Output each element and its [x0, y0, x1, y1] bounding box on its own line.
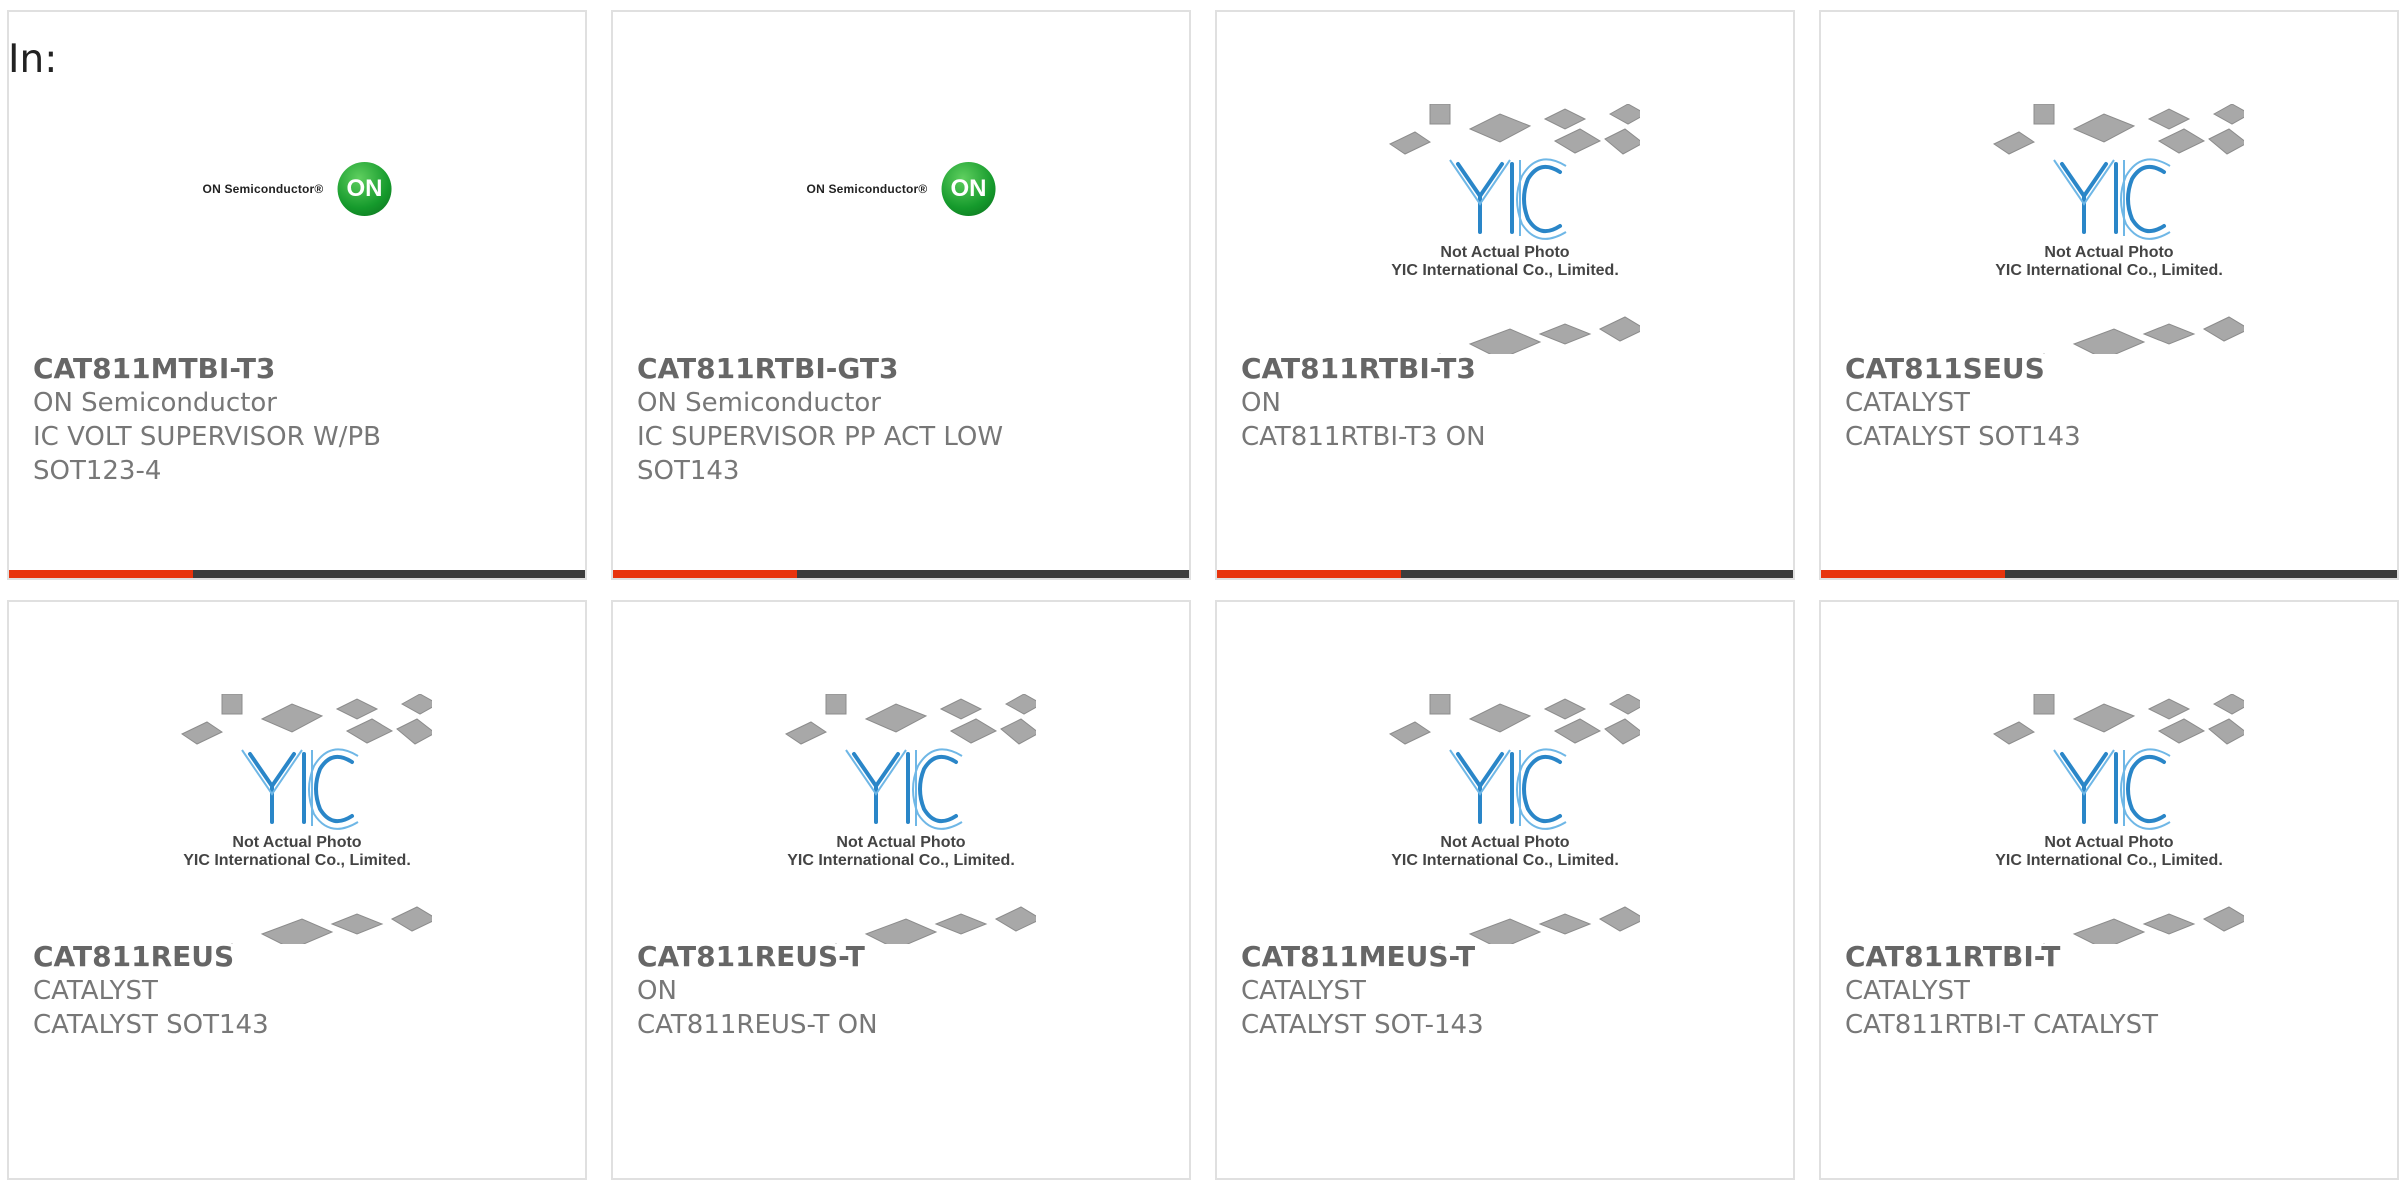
manufacturer: CATALYST — [1241, 976, 1366, 1006]
company-text: YIC International Co., Limited. — [1391, 852, 1619, 869]
yic-placeholder: Not Actual Photo YIC International Co., … — [1974, 103, 2252, 375]
product-image[interactable]: Not Actual Photo YIC International Co., … — [1821, 12, 2397, 375]
manufacturer: ON — [1241, 388, 1281, 418]
description: IC SUPERVISOR PP ACT LOW — [637, 422, 1004, 452]
on-logo-mark: ON — [337, 162, 392, 216]
company-text: YIC International Co., Limited. — [1995, 852, 2223, 869]
product-info: CAT811MEUS-T CATALYST CATALYST SOT-143 — [1241, 940, 1773, 1042]
card-bottom-bar — [1217, 570, 1793, 578]
part-number[interactable]: CAT811REUS — [33, 940, 565, 974]
product-card[interactable]: Not Actual Photo YIC International Co., … — [1215, 600, 1795, 1180]
manufacturer: CATALYST — [33, 976, 158, 1006]
product-info: CAT811RTBI-T3 ON CAT811RTBI-T3 ON — [1241, 352, 1773, 454]
manufacturer: ON Semiconductor — [33, 388, 277, 418]
not-actual-photo-text: Not Actual Photo — [2044, 834, 2174, 851]
product-info: CAT811SEUS CATALYST CATALYST SOT143 — [1845, 352, 2377, 454]
yic-placeholder-image — [1388, 693, 1648, 965]
manufacturer: ON — [637, 976, 677, 1006]
not-actual-photo-text: Not Actual Photo — [1440, 834, 1570, 851]
yic-placeholder-image — [1992, 103, 2252, 375]
manufacturer: CATALYST — [1845, 388, 1970, 418]
description: CATALYST SOT-143 — [1241, 1010, 1484, 1040]
product-info: CAT811REUS-T ON CAT811REUS-T ON — [637, 940, 1169, 1042]
card-accent-bar — [1821, 570, 2006, 578]
logo-brand-text: ON Semiconductor® — [202, 182, 324, 196]
product-card[interactable]: Not Actual Photo YIC International Co., … — [7, 600, 587, 1180]
card-bottom-bar — [1821, 570, 2397, 578]
card-accent-bar — [613, 570, 798, 578]
description: CATALYST SOT143 — [1845, 422, 2081, 452]
yic-placeholder-image — [180, 693, 440, 965]
part-number[interactable]: CAT811MEUS-T — [1241, 940, 1773, 974]
part-number[interactable]: CAT811RTBI-T — [1845, 940, 2377, 974]
product-info: CAT811REUS CATALYST CATALYST SOT143 — [33, 940, 565, 1042]
yic-placeholder-image — [784, 693, 1044, 965]
on-semiconductor-logo: ON Semiconductor® ON — [203, 162, 392, 216]
product-image[interactable]: ON Semiconductor® ON — [613, 12, 1189, 352]
card-bottom-bar — [613, 570, 1189, 578]
card-bottom-bar — [9, 570, 585, 578]
company-text: YIC International Co., Limited. — [1391, 262, 1619, 279]
company-text: YIC International Co., Limited. — [787, 852, 1015, 869]
description: CATALYST SOT143 — [33, 1010, 269, 1040]
product-card[interactable]: ON Semiconductor® ON CAT811RTBI-GT3 ON S… — [611, 10, 1191, 580]
description: CAT811RTBI-T3 ON — [1241, 422, 1486, 452]
product-card[interactable]: Not Actual Photo YIC International Co., … — [611, 600, 1191, 1180]
description: IC VOLT SUPERVISOR W/PB — [33, 422, 381, 452]
not-actual-photo-text: Not Actual Photo — [1440, 244, 1570, 261]
product-image[interactable]: Not Actual Photo YIC International Co., … — [1821, 602, 2397, 965]
yic-placeholder: Not Actual Photo YIC International Co., … — [766, 693, 1044, 965]
yic-placeholder: Not Actual Photo YIC International Co., … — [1370, 693, 1648, 965]
product-image[interactable]: Not Actual Photo YIC International Co., … — [1217, 12, 1793, 375]
filter-label: In: — [8, 37, 58, 82]
part-number[interactable]: CAT811RTBI-GT3 — [637, 352, 1169, 386]
card-accent-bar — [9, 570, 194, 578]
yic-placeholder: Not Actual Photo YIC International Co., … — [1974, 693, 2252, 965]
product-card[interactable]: Not Actual Photo YIC International Co., … — [1215, 10, 1795, 580]
product-card[interactable]: Not Actual Photo YIC International Co., … — [1819, 10, 2399, 580]
product-info: CAT811RTBI-T CATALYST CAT811RTBI-T CATAL… — [1845, 940, 2377, 1042]
part-number[interactable]: CAT811MTBI-T3 — [33, 352, 565, 386]
logo-brand-text: ON Semiconductor® — [806, 182, 928, 196]
product-image[interactable]: ON Semiconductor® ON — [9, 12, 585, 352]
not-actual-photo-text: Not Actual Photo — [836, 834, 966, 851]
part-number[interactable]: CAT811SEUS — [1845, 352, 2377, 386]
product-info: CAT811MTBI-T3 ON Semiconductor IC VOLT S… — [33, 352, 565, 488]
not-actual-photo-text: Not Actual Photo — [232, 834, 362, 851]
part-number[interactable]: CAT811REUS-T — [637, 940, 1169, 974]
on-semiconductor-logo: ON Semiconductor® ON — [807, 162, 996, 216]
company-text: YIC International Co., Limited. — [1995, 262, 2223, 279]
part-number[interactable]: CAT811RTBI-T3 — [1241, 352, 1773, 386]
yic-placeholder-image — [1388, 103, 1648, 375]
product-image[interactable]: Not Actual Photo YIC International Co., … — [613, 602, 1189, 965]
product-image[interactable]: Not Actual Photo YIC International Co., … — [1217, 602, 1793, 965]
description: CAT811REUS-T ON — [637, 1010, 878, 1040]
card-accent-bar — [1217, 570, 1402, 578]
package: SOT143 — [637, 456, 740, 486]
on-logo-mark: ON — [941, 162, 996, 216]
not-actual-photo-text: Not Actual Photo — [2044, 244, 2174, 261]
package: SOT123-4 — [33, 456, 162, 486]
yic-placeholder: Not Actual Photo YIC International Co., … — [1370, 103, 1648, 375]
yic-placeholder-image — [1992, 693, 2252, 965]
yic-placeholder: Not Actual Photo YIC International Co., … — [162, 693, 440, 965]
product-card[interactable]: ON Semiconductor® ON CAT811MTBI-T3 ON Se… — [7, 10, 587, 580]
product-info: CAT811RTBI-GT3 ON Semiconductor IC SUPER… — [637, 352, 1169, 488]
product-image[interactable]: Not Actual Photo YIC International Co., … — [9, 602, 585, 965]
manufacturer: CATALYST — [1845, 976, 1970, 1006]
company-text: YIC International Co., Limited. — [183, 852, 411, 869]
manufacturer: ON Semiconductor — [637, 388, 881, 418]
product-card[interactable]: Not Actual Photo YIC International Co., … — [1819, 600, 2399, 1180]
description: CAT811RTBI-T CATALYST — [1845, 1010, 2159, 1040]
